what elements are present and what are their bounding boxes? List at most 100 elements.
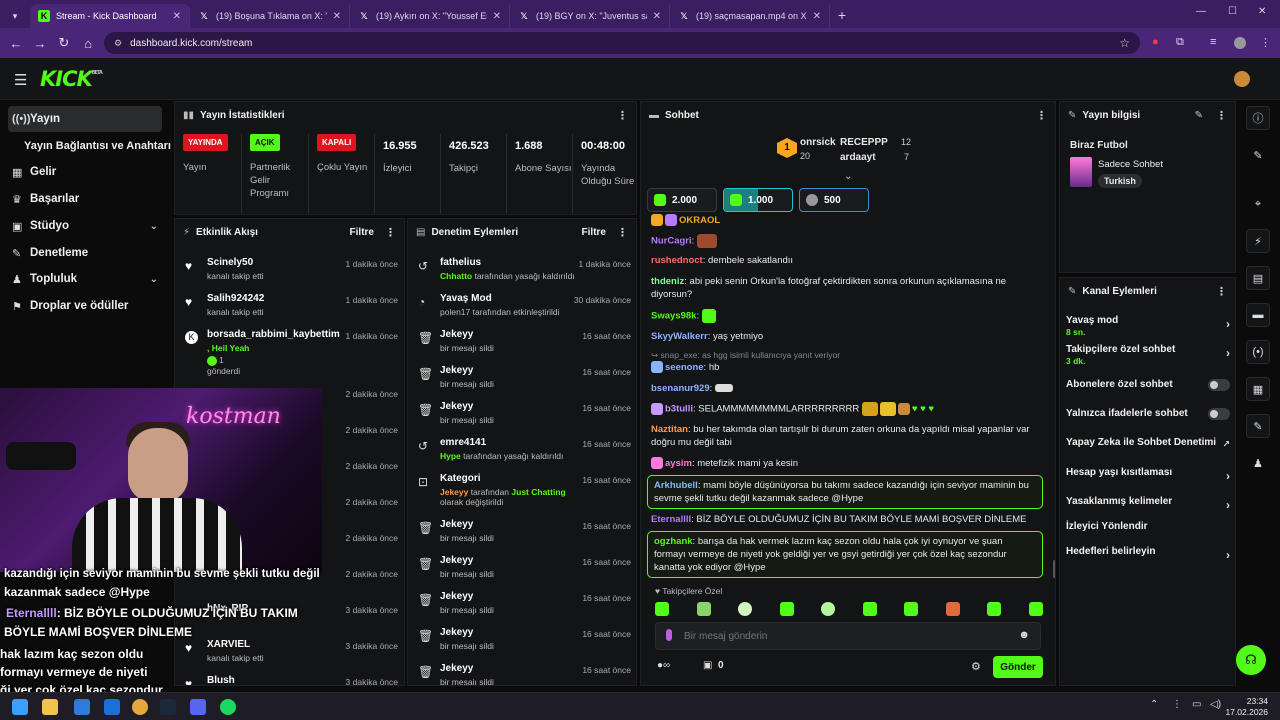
- activity-filter-button[interactable]: Filtre: [350, 227, 374, 238]
- pencil-icon[interactable]: ✎: [1246, 143, 1270, 167]
- emote-icon[interactable]: [696, 602, 711, 616]
- tab-x-2[interactable]: 𝕏(19) Aykırı on X: "Youssef En-Ne✕: [350, 4, 510, 28]
- bookmark-star-icon[interactable]: ☆: [1119, 36, 1130, 50]
- goal-bar-3[interactable]: 500: [799, 188, 869, 212]
- emote-icon[interactable]: [945, 602, 960, 616]
- emote-icon[interactable]: [738, 602, 753, 616]
- back-icon[interactable]: ←: [4, 36, 28, 51]
- chat-input[interactable]: [684, 627, 1004, 645]
- close-window-icon[interactable]: ✕: [1258, 6, 1266, 17]
- hamburger-menu-icon[interactable]: ☰: [14, 71, 27, 89]
- subscriber-chat-toggle[interactable]: [1208, 379, 1230, 391]
- close-icon[interactable]: ✕: [173, 11, 181, 22]
- broadcast-icon[interactable]: (•): [1246, 340, 1270, 364]
- media-control-icon[interactable]: ≡: [1210, 36, 1216, 48]
- action-ai-moderation[interactable]: Yapay Zeka ile Sohbet Denetimi ↗: [1066, 437, 1230, 449]
- windows-start-icon[interactable]: [12, 699, 28, 715]
- sidebar-item-topluluk[interactable]: ♟ Topluluk ⌄: [8, 266, 162, 292]
- lightning-icon[interactable]: ⚡: [1246, 229, 1270, 253]
- sidebar-item-studyo[interactable]: ▣ Stüdyo ⌄: [8, 213, 162, 239]
- new-tab-button[interactable]: +: [830, 4, 854, 28]
- chevron-down-icon[interactable]: ⌄: [150, 221, 158, 232]
- sidebar-item-stream-key[interactable]: Yayın Bağlantısı ve Anahtarı: [24, 133, 174, 159]
- reload-icon[interactable]: ↻: [52, 35, 76, 51]
- microphone-icon[interactable]: [666, 629, 672, 641]
- site-info-icon[interactable]: ⚙: [114, 38, 122, 49]
- url-field[interactable]: ⚙ dashboard.kick.com/stream ☆: [104, 32, 1140, 54]
- tray-expand-icon[interactable]: ⌃: [1150, 699, 1158, 710]
- steam-icon[interactable]: [160, 699, 176, 715]
- forward-icon[interactable]: →: [28, 36, 52, 51]
- tab-search-icon[interactable]: ▾: [0, 4, 30, 28]
- document-icon[interactable]: ▤: [1246, 266, 1270, 290]
- community-points-icon[interactable]: ●∞: [657, 660, 670, 671]
- info-icon[interactable]: ⓘ: [1246, 106, 1270, 130]
- tab-x-3[interactable]: 𝕏(19) BGY on X: "Juventus sayfas✕: [510, 4, 670, 28]
- emote-icon[interactable]: [821, 602, 836, 616]
- support-headset-icon[interactable]: ☊: [1236, 645, 1266, 675]
- action-banned-words[interactable]: Yasaklanmış kelimeler ›: [1066, 496, 1230, 512]
- emote-icon[interactable]: [904, 602, 919, 616]
- spotify-icon[interactable]: [220, 699, 236, 715]
- close-icon[interactable]: ✕: [653, 11, 661, 22]
- outlook-icon[interactable]: [104, 699, 120, 715]
- action-set-goals[interactable]: Hedefleri belirleyin ›: [1066, 546, 1230, 562]
- extension-icon[interactable]: ●: [1152, 36, 1159, 48]
- more-options-icon[interactable]: ⋮: [617, 226, 628, 239]
- settings-gear-icon[interactable]: ⚙: [971, 660, 981, 673]
- sidebar-item-yayin[interactable]: ((•)) Yayın: [8, 106, 162, 132]
- emote-only-toggle[interactable]: [1208, 408, 1230, 420]
- action-raid[interactable]: İzleyici Yönlendir: [1066, 521, 1230, 532]
- emote-icon[interactable]: [1028, 602, 1043, 616]
- maximize-icon[interactable]: ☐: [1228, 6, 1237, 17]
- close-icon[interactable]: ✕: [333, 11, 341, 22]
- emote-icon[interactable]: [987, 602, 1002, 616]
- close-icon[interactable]: ✕: [813, 11, 821, 22]
- community-icon[interactable]: ♟: [1246, 451, 1270, 475]
- action-slow-mode[interactable]: Yavaş mod 8 sn. ›: [1066, 315, 1230, 337]
- goal-bar-1[interactable]: 2.000: [647, 188, 717, 212]
- send-button[interactable]: Gönder: [993, 656, 1043, 678]
- more-options-icon[interactable]: ⋮: [1036, 109, 1047, 122]
- wrench-icon[interactable]: ✎: [1246, 414, 1270, 438]
- tab-kick-dashboard[interactable]: K Stream - Kick Dashboard ✕: [30, 4, 190, 28]
- collapse-icon[interactable]: ⌄: [844, 171, 852, 182]
- browser-menu-icon[interactable]: ⋮: [1260, 36, 1271, 49]
- chat-scrollbar[interactable]: [1053, 560, 1055, 578]
- chevron-down-icon[interactable]: ⌄: [150, 274, 158, 285]
- minimize-icon[interactable]: —: [1196, 6, 1206, 17]
- tray-volume-icon[interactable]: ◁): [1210, 699, 1221, 710]
- more-options-icon[interactable]: ⋮: [617, 109, 628, 122]
- more-options-icon[interactable]: ⋮: [1216, 109, 1227, 122]
- store-icon[interactable]: [74, 699, 90, 715]
- sidebar-item-gelir[interactable]: ▦ Gelir: [8, 159, 162, 185]
- moderation-filter-button[interactable]: Filtre: [582, 227, 606, 238]
- extensions-puzzle-icon[interactable]: ⧉: [1176, 36, 1184, 49]
- sidebar-item-basarilar[interactable]: ♛ Başarılar: [8, 186, 162, 212]
- chrome-icon[interactable]: [132, 699, 148, 715]
- home-icon[interactable]: ⌂: [76, 36, 100, 51]
- sidebar-item-denetleme[interactable]: ✎ Denetleme: [8, 240, 162, 266]
- system-clock[interactable]: 23:34 17.02.2026: [1225, 696, 1268, 718]
- action-follower-chat[interactable]: Takipçilere özel sohbet 3 dk. ›: [1066, 344, 1230, 366]
- emote-icon[interactable]: [779, 602, 794, 616]
- tray-network-icon[interactable]: ▭: [1192, 699, 1201, 710]
- tab-x-1[interactable]: 𝕏(19) Boşuna Tıklama on X: "Osi✕: [190, 4, 350, 28]
- user-avatar[interactable]: [1234, 71, 1250, 87]
- tray-mic-icon[interactable]: ⋮: [1172, 699, 1182, 710]
- profile-avatar[interactable]: [1234, 37, 1246, 49]
- more-options-icon[interactable]: ⋮: [385, 226, 396, 239]
- layout-icon[interactable]: ▦: [1246, 377, 1270, 401]
- chat-icon[interactable]: ▬: [1246, 303, 1270, 327]
- action-account-age[interactable]: Hesap yaşı kısıtlaması ›: [1066, 467, 1230, 483]
- emote-icon[interactable]: [862, 602, 877, 616]
- more-options-icon[interactable]: ⋮: [1216, 285, 1227, 298]
- emoji-icon[interactable]: ☻: [1018, 629, 1030, 641]
- close-icon[interactable]: ✕: [493, 11, 501, 22]
- discord-icon[interactable]: [190, 699, 206, 715]
- file-explorer-icon[interactable]: [42, 699, 58, 715]
- kick-logo[interactable]: KICKBETA: [40, 67, 103, 91]
- emote-icon[interactable]: [655, 602, 669, 616]
- sidebar-item-droplar[interactable]: ⚑ Droplar ve ödüller: [8, 293, 162, 319]
- gift-icon[interactable]: ▣: [703, 660, 712, 671]
